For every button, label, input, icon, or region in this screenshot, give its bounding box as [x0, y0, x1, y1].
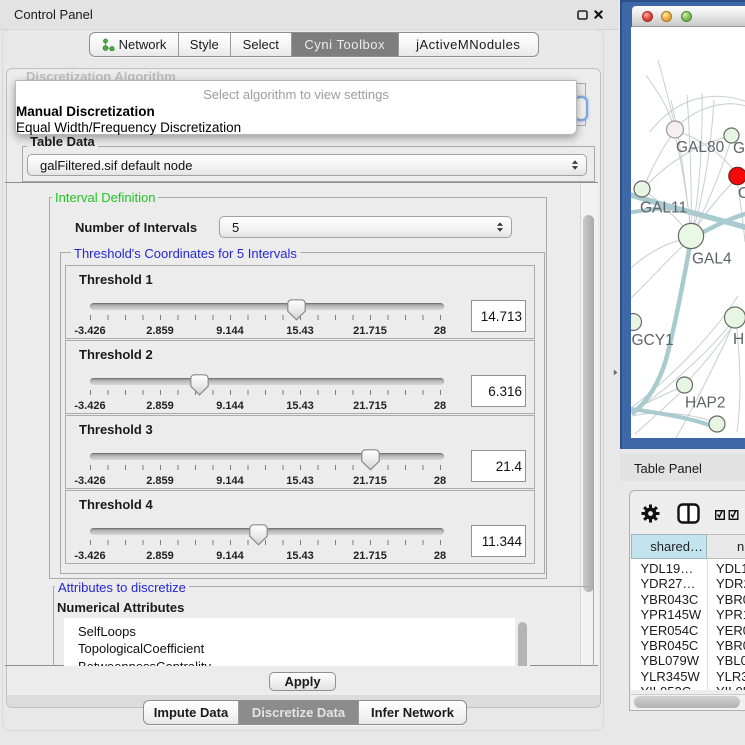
svg-text:GAL11: GAL11: [640, 200, 687, 217]
svg-text:GAL4: GAL4: [692, 251, 732, 268]
svg-text:GCY1: GCY1: [632, 332, 674, 349]
svg-text:C: C: [738, 185, 745, 202]
svg-text:HAP2: HAP2: [685, 395, 726, 412]
svg-text:H: H: [733, 331, 744, 348]
svg-text:GA: GA: [733, 140, 745, 157]
svg-text:GAL80: GAL80: [676, 139, 725, 156]
